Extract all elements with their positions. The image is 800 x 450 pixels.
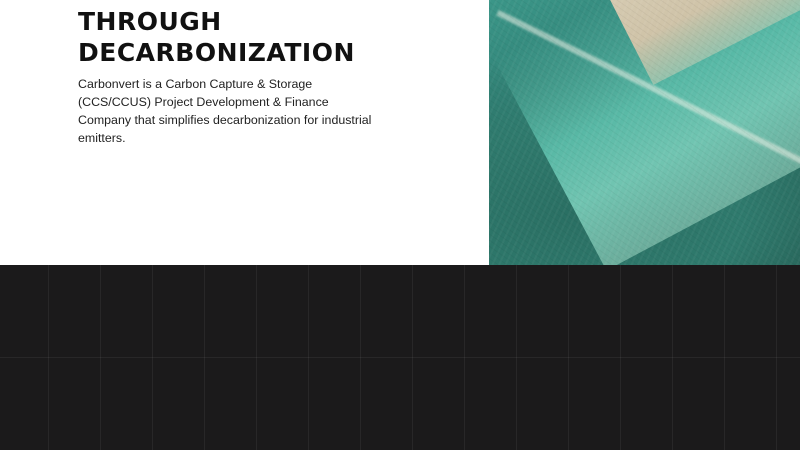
page: THROUGH DECARBONIZATION Carbonvert is a … — [0, 0, 800, 450]
hero-copy: THROUGH DECARBONIZATION Carbonvert is a … — [78, 6, 418, 147]
hero-title: THROUGH DECARBONIZATION — [78, 6, 418, 68]
hero-description-line-2: (CCS/CCUS) Project Development & Finance — [78, 95, 329, 109]
hero-description-line-3: Company that simplifies decarbonization … — [78, 113, 372, 127]
hero-description: Carbonvert is a Carbon Capture & Storage… — [78, 75, 388, 147]
hero-description-line-1: Carbonvert is a Carbon Capture & Storage — [78, 77, 313, 91]
hero-title-line-1: THROUGH — [78, 7, 222, 36]
hero-title-line-2: DECARBONIZATION — [78, 38, 355, 67]
grid-divider — [0, 357, 800, 358]
aerial-beach-photo — [489, 0, 800, 265]
dark-grid-section — [0, 265, 800, 450]
hero-description-line-4: emitters. — [78, 131, 126, 145]
photo-ripples — [489, 0, 800, 265]
hero-section: THROUGH DECARBONIZATION Carbonvert is a … — [0, 0, 800, 265]
